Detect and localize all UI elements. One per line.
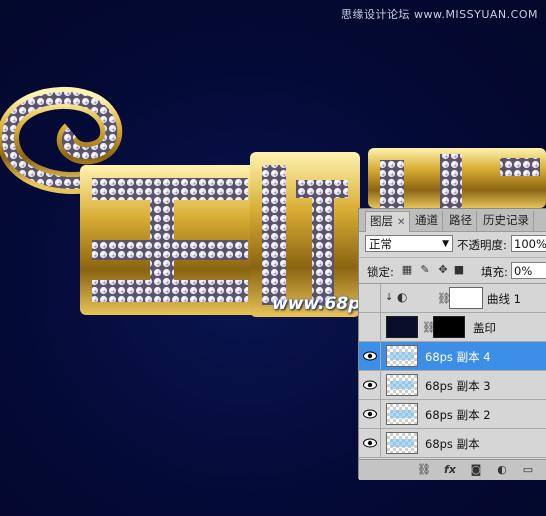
visibility-toggle[interactable] <box>359 284 381 312</box>
visibility-toggle[interactable] <box>359 429 381 457</box>
visibility-toggle[interactable] <box>359 371 381 399</box>
adjustment-icon[interactable]: ◐ <box>495 463 509 477</box>
mask-icon[interactable]: ◙ <box>469 463 483 477</box>
lock-move-icon[interactable]: ✥ <box>437 264 449 276</box>
layer-thumbnail[interactable] <box>386 432 418 454</box>
folder-icon[interactable]: ▭ <box>521 463 535 477</box>
layer-thumbnail[interactable] <box>386 403 418 425</box>
tab-layers[interactable]: 图层 ✕ <box>365 211 411 232</box>
eye-icon <box>363 409 377 419</box>
layer-name: 68ps 副本 4 <box>425 350 491 364</box>
layer-row-copy-2[interactable]: 68ps 副本 2 <box>359 400 546 429</box>
layer-row-copy-4[interactable]: 68ps 副本 4 <box>359 342 546 371</box>
layer-name: 盖印 <box>473 321 496 335</box>
visibility-toggle[interactable] <box>359 313 381 341</box>
close-icon[interactable]: ✕ <box>397 217 405 228</box>
lock-transparency-icon[interactable]: ▦ <box>401 264 413 276</box>
layer-row-stamp[interactable]: ⛓ 盖印 <box>359 313 546 342</box>
layer-name: 68ps 副本 <box>425 437 480 451</box>
opacity-input[interactable]: 100% <box>511 235 546 252</box>
lock-brush-icon[interactable]: ✎ <box>419 264 431 276</box>
layer-thumbnail[interactable] <box>386 316 418 338</box>
blend-row: 正常 ▼ 不透明度: 100% <box>359 232 546 258</box>
layer-name: 68ps 副本 3 <box>425 379 491 393</box>
tab-paths[interactable]: 路径 <box>445 211 477 231</box>
fill-input[interactable]: 0% <box>511 262 546 279</box>
layer-row-curves[interactable]: ↓ ◐ ⛓ 曲线 1 <box>359 284 546 313</box>
lock-row: 锁定: ▦ ✎ ✥ ■ 填充: 0% <box>359 258 546 284</box>
fx-icon[interactable]: fx <box>443 463 457 477</box>
eye-icon <box>363 438 377 448</box>
tab-channels[interactable]: 通道 <box>411 211 443 231</box>
eye-icon <box>363 380 377 390</box>
layer-thumbnail[interactable] <box>386 374 418 396</box>
dropdown-arrow-icon: ▼ <box>442 239 449 249</box>
layer-mask-thumbnail[interactable] <box>449 287 483 309</box>
glyph-one <box>80 165 260 315</box>
lock-all-icon[interactable]: ■ <box>453 264 465 276</box>
layer-row-copy-3[interactable]: 68ps 副本 3 <box>359 371 546 400</box>
layer-thumbnail[interactable] <box>386 345 418 367</box>
layer-name: 曲线 1 <box>487 292 521 306</box>
curves-adjustment-icon: ◐ <box>397 290 408 304</box>
fill-label: 填充: <box>481 265 508 279</box>
glyph-two <box>250 152 360 317</box>
tab-history[interactable]: 历史记录 <box>479 211 534 231</box>
layer-name: 68ps 副本 2 <box>425 408 491 422</box>
adjustment-indicator-icon: ↓ <box>385 292 394 303</box>
panel-toolbar: ⛓ fx ◙ ◐ ▭ <box>359 459 546 480</box>
eye-icon <box>363 351 377 361</box>
blend-mode-select[interactable]: 正常 ▼ <box>365 235 453 252</box>
visibility-toggle[interactable] <box>359 400 381 428</box>
lock-label: 锁定: <box>367 265 394 279</box>
layer-row-copy[interactable]: 68ps 副本 <box>359 429 546 458</box>
glyph-three-partial <box>368 148 546 208</box>
site-watermark: 思缘设计论坛 www.MISSYUAN.COM <box>340 8 538 21</box>
layers-panel: 图层 ✕ 通道 路径 历史记录 正常 ▼ 不透明度: 100% 锁定: ▦ ✎ ✥… <box>358 208 546 480</box>
opacity-label: 不透明度: <box>457 238 507 252</box>
visibility-toggle[interactable] <box>359 342 381 370</box>
layer-mask-thumbnail[interactable] <box>433 316 465 338</box>
panel-tabs: 图层 ✕ 通道 路径 历史记录 <box>359 209 546 232</box>
link-icon[interactable]: ⛓ <box>417 463 431 477</box>
